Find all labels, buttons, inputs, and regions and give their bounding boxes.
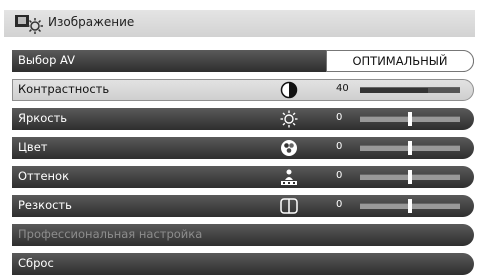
brightness-icon bbox=[280, 110, 298, 128]
menu-item-label: Оттенок bbox=[18, 169, 70, 183]
color-slider[interactable] bbox=[360, 141, 460, 155]
sharpness-icon bbox=[280, 198, 298, 214]
menu-item-professional-settings: Профессиональная настройка bbox=[12, 224, 474, 246]
brightness-value: 0 bbox=[336, 112, 343, 123]
tint-value: 0 bbox=[336, 170, 343, 181]
slider-thumb[interactable] bbox=[408, 199, 412, 213]
menu-item-label: Цвет bbox=[18, 140, 48, 154]
menu-item-contrast[interactable]: Контрастность 40 bbox=[12, 79, 474, 101]
menu-item-label: Яркость bbox=[18, 111, 68, 125]
menu-item-label: Резкость bbox=[18, 198, 72, 212]
sharpness-value: 0 bbox=[336, 199, 343, 210]
menu-item-color[interactable]: Цвет 0 bbox=[12, 137, 474, 159]
menu-item-brightness[interactable]: Яркость 0 bbox=[12, 108, 474, 130]
color-icon bbox=[281, 140, 297, 156]
menu-item-reset[interactable]: Сброс bbox=[12, 253, 474, 275]
menu-item-tint[interactable]: Оттенок 0 bbox=[12, 166, 474, 188]
menu-item-label: Сброс bbox=[18, 256, 54, 270]
contrast-value: 40 bbox=[336, 83, 349, 94]
slider-thumb[interactable] bbox=[408, 141, 412, 155]
av-mode-value: ОПТИМАЛЬНЫЙ bbox=[352, 54, 448, 68]
picture-settings-icon bbox=[15, 15, 43, 34]
color-value: 0 bbox=[336, 141, 343, 152]
contrast-slider[interactable] bbox=[360, 87, 460, 93]
page-title: Изображение bbox=[48, 15, 135, 29]
contrast-icon bbox=[280, 81, 298, 99]
menu-item-label: Выбор AV bbox=[18, 53, 76, 67]
menu-item-label: Профессиональная настройка bbox=[18, 227, 203, 241]
menu-item-sharpness[interactable]: Резкость 0 bbox=[12, 195, 474, 217]
menu-item-av-select[interactable]: Выбор AV ОПТИМАЛЬНЫЙ bbox=[12, 50, 474, 72]
slider-thumb[interactable] bbox=[408, 170, 412, 184]
av-mode-select[interactable]: ОПТИМАЛЬНЫЙ bbox=[326, 50, 474, 72]
slider-thumb[interactable] bbox=[408, 112, 412, 126]
slider-fill bbox=[360, 88, 428, 93]
sharpness-slider[interactable] bbox=[360, 199, 460, 213]
tint-icon bbox=[281, 169, 297, 185]
brightness-slider[interactable] bbox=[360, 112, 460, 126]
menu-item-label: Контрастность bbox=[18, 82, 110, 96]
tint-slider[interactable] bbox=[360, 170, 460, 184]
menu-header: Изображение bbox=[4, 10, 475, 37]
